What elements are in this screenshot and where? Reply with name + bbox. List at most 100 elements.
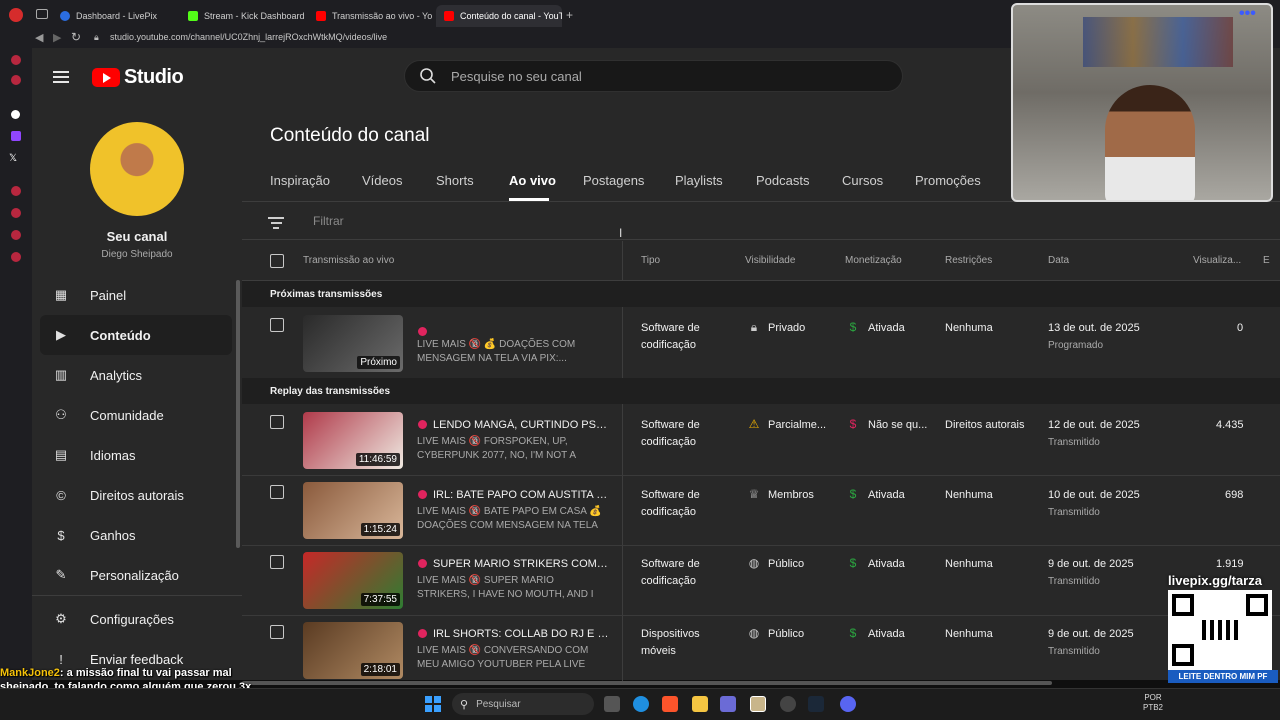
language-indicator[interactable]: POR PTB2 — [1143, 693, 1163, 713]
sidebar-item-personalizacao[interactable]: ✎ Personalização — [40, 555, 232, 595]
browser-tab-active[interactable]: Conteúdo do canal - YouT — [436, 5, 562, 27]
taskbar-search[interactable]: ⚲ Pesquisar — [452, 693, 594, 715]
back-icon[interactable]: ◀ — [35, 31, 43, 44]
qr-code — [1168, 590, 1272, 670]
tab-playlists[interactable]: Playlists — [675, 173, 723, 188]
sidebar-scrollbar[interactable] — [236, 280, 240, 548]
youtube-logo-icon — [92, 68, 120, 87]
video-thumbnail[interactable]: 2:18:01 — [303, 622, 403, 679]
app-icon[interactable] — [11, 230, 21, 240]
app-icon[interactable] — [720, 696, 736, 712]
video-thumbnail[interactable]: 1:15:24 — [303, 482, 403, 539]
row-visibility[interactable]: Público — [768, 556, 804, 573]
video-duration: 11:46:59 — [355, 453, 400, 466]
twitch-icon[interactable] — [11, 131, 21, 141]
tab-shorts[interactable]: Shorts — [436, 173, 474, 188]
row-visibility[interactable]: Público — [768, 626, 804, 643]
sidebar-item-idiomas[interactable]: ▤ Idiomas — [40, 435, 232, 475]
opera-icon[interactable] — [9, 8, 23, 22]
x-icon[interactable]: 𝕏 — [9, 153, 23, 167]
brave-icon[interactable] — [662, 696, 678, 712]
video-thumbnail[interactable]: 7:37:55 — [303, 552, 403, 609]
channel-avatar[interactable] — [90, 122, 184, 216]
row-title[interactable]: SUPER MARIO STRIKERS COM FÃ... — [418, 558, 610, 570]
tab-postagens[interactable]: Postagens — [583, 173, 644, 188]
sidebar-item-configuracoes[interactable]: ⚙ Configurações — [40, 599, 232, 639]
channel-search-input[interactable]: Pesquise no seu canal — [404, 60, 903, 92]
column-header[interactable]: Restrições — [945, 255, 992, 266]
row-restrictions[interactable]: Direitos autorais — [945, 417, 1024, 434]
app-icon[interactable] — [11, 208, 21, 218]
filter-input[interactable]: Filtrar — [313, 214, 344, 228]
tab-podcasts[interactable]: Podcasts — [756, 173, 809, 188]
row-visibility[interactable]: Membros — [768, 487, 814, 504]
row-visibility[interactable]: Parcialme... — [768, 417, 826, 434]
browser-tab[interactable]: Dashboard - LivePix — [52, 5, 178, 27]
file-explorer-icon[interactable] — [692, 696, 708, 712]
edge-icon[interactable] — [633, 696, 649, 712]
row-checkbox[interactable] — [270, 485, 284, 499]
sidebar-item-direitos-autorais[interactable]: © Direitos autorais — [40, 475, 232, 515]
windows-start-icon[interactable] — [425, 696, 441, 712]
tab-inspiracao[interactable]: Inspiração — [270, 173, 330, 188]
row-monetization[interactable]: Ativada — [868, 626, 905, 643]
task-view-icon[interactable] — [604, 696, 620, 712]
sidebar-item-conteudo[interactable]: ▶ Conteúdo — [40, 315, 232, 355]
column-header[interactable]: Visibilidade — [745, 255, 795, 266]
url-text[interactable]: studio.youtube.com/channel/UC0Zhnj_larre… — [110, 32, 387, 42]
tab-list-icon[interactable] — [36, 9, 48, 19]
reload-icon[interactable]: ↻ — [71, 30, 81, 44]
column-header[interactable]: E — [1263, 255, 1270, 266]
row-checkbox[interactable] — [270, 625, 284, 639]
more-icon[interactable]: ••• — [1239, 5, 1256, 23]
row-title[interactable]: LENDO MANGÁ, CURTINDO PS5 E ... — [418, 419, 610, 431]
column-header[interactable]: Tipo — [641, 255, 660, 266]
filter-icon[interactable] — [268, 214, 284, 232]
video-thumbnail[interactable]: Próximo — [303, 315, 403, 372]
horizontal-scrollbar[interactable] — [242, 681, 1052, 685]
youtube-studio-logo[interactable]: Studio — [92, 66, 184, 89]
tab-ao-vivo[interactable]: Ao vivo — [509, 173, 556, 188]
tab-cursos[interactable]: Cursos — [842, 173, 883, 188]
row-checkbox[interactable] — [270, 555, 284, 569]
row-visibility[interactable]: Privado — [768, 320, 805, 337]
row-checkbox[interactable] — [270, 415, 284, 429]
browser-tab[interactable]: Stream - Kick Dashboard — [180, 5, 306, 27]
aria-icon[interactable] — [11, 110, 20, 119]
sidebar-item-analytics[interactable]: ▥ Analytics — [40, 355, 232, 395]
new-tab-icon[interactable]: + — [566, 8, 573, 22]
row-monetization[interactable]: Ativada — [868, 487, 905, 504]
row-monetization[interactable]: Não se qu... — [868, 417, 927, 434]
row-monetization[interactable]: Ativada — [868, 320, 905, 337]
tab-videos[interactable]: Vídeos — [362, 173, 402, 188]
forward-icon[interactable]: ▶ — [53, 31, 61, 44]
column-header[interactable]: Visualiza... — [1193, 255, 1241, 266]
app-icon[interactable] — [11, 55, 21, 65]
app-icon[interactable] — [11, 252, 21, 262]
menu-icon[interactable] — [53, 68, 69, 86]
column-header[interactable]: Transmissão ao vivo — [303, 255, 394, 266]
row-title[interactable]: IRL SHORTS: COLLAB DO RJ E BA... — [418, 628, 610, 640]
column-header[interactable]: Data — [1048, 255, 1069, 266]
tab-promocoes[interactable]: Promoções — [915, 173, 981, 188]
select-all-checkbox[interactable] — [270, 254, 284, 268]
lang-label-2: PTB2 — [1143, 703, 1164, 712]
video-duration: 7:37:55 — [360, 593, 400, 606]
row-monetization[interactable]: Ativada — [868, 556, 905, 573]
sidebar-item-painel[interactable]: ▦ Painel — [40, 275, 232, 315]
row-title[interactable]: IRL: BATE PAPO COM AUSTITA E ... — [418, 489, 610, 501]
discord-icon[interactable] — [840, 696, 856, 712]
live-dot-icon — [418, 420, 427, 429]
sidebar-item-ganhos[interactable]: $ Ganhos — [40, 515, 232, 555]
app-icon[interactable] — [750, 696, 766, 712]
browser-tab[interactable]: Transmissão ao vivo - Yo — [308, 5, 434, 27]
row-checkbox[interactable] — [270, 318, 284, 332]
sidebar-item-comunidade[interactable]: ⚇ Comunidade — [40, 395, 232, 435]
app-icon[interactable] — [11, 75, 21, 85]
video-thumbnail[interactable]: 11:46:59 — [303, 412, 403, 469]
live-dot-icon — [418, 559, 427, 568]
column-header[interactable]: Monetização — [845, 255, 902, 266]
obs-icon[interactable] — [780, 696, 796, 712]
steam-icon[interactable] — [808, 696, 824, 712]
app-icon[interactable] — [11, 186, 21, 196]
